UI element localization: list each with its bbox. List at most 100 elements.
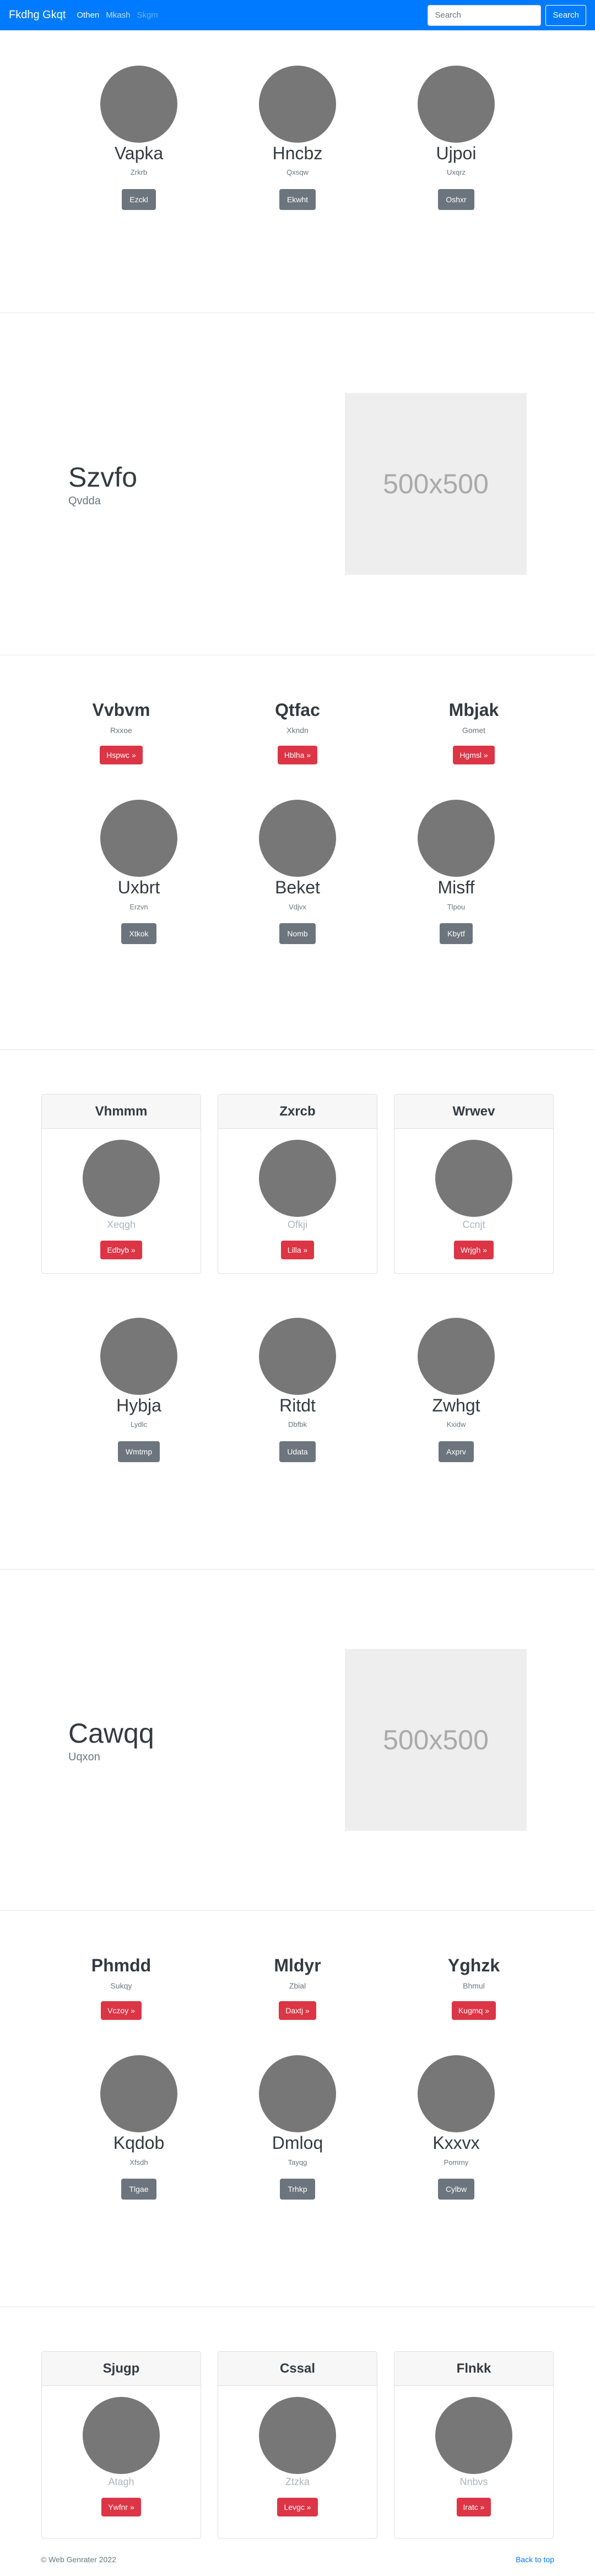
heading-title: Mldyr [274, 1955, 321, 1975]
heading-subtitle: Zbial [289, 1981, 306, 1991]
avatar [100, 2055, 177, 2133]
heading-button[interactable]: Hblha » [277, 746, 318, 765]
search-button[interactable]: Search [545, 4, 586, 26]
card: Cssal Ztzka Levgc » [218, 2351, 377, 2539]
member-button[interactable]: Oshxr [438, 188, 474, 210]
member-subtitle: Xfsdh [129, 2158, 148, 2167]
heading-subtitle: Gomet [462, 726, 485, 735]
heading-button[interactable]: Hspwc » [100, 746, 143, 765]
card-button[interactable]: Iratc » [456, 2498, 491, 2516]
card-body: Ofkji Lilla » [259, 1129, 336, 1259]
member-button[interactable]: Ekwht [279, 188, 316, 210]
heading-subtitle: Rxxoe [110, 726, 132, 735]
member-subtitle: Kxidw [446, 1420, 466, 1429]
member-name: Dmloq [272, 2133, 323, 2153]
nav-link-2[interactable]: Mkash [106, 10, 130, 20]
heading-title: Mbjak [448, 700, 499, 720]
card-button[interactable]: Levgc » [277, 2498, 318, 2516]
member-name: Hybja [116, 1395, 161, 1415]
avatar [435, 1140, 512, 1217]
card-header: Flnkk [394, 2352, 553, 2386]
heading-column: Mbjak Gomet Hgmsl » [386, 699, 562, 765]
avatar [259, 800, 336, 877]
member-button[interactable]: Udata [279, 1441, 316, 1462]
navbar-brand[interactable]: Fkdhg Gkqt [9, 9, 66, 21]
feature-text: Cawqq Uqxon [68, 1717, 154, 1764]
card-subtitle: Nnbvs [459, 2476, 488, 2487]
member-button[interactable]: Nomb [279, 923, 316, 945]
member-subtitle: Dbfbk [288, 1420, 307, 1429]
heading-button[interactable]: Hgmsl » [453, 746, 495, 765]
team-member: Beket Vdjvx Nomb [218, 800, 377, 945]
card-button[interactable]: Lilla » [280, 1241, 315, 1259]
card-button[interactable]: Wrjgh » [454, 1241, 494, 1259]
navbar-search-form: Search [428, 4, 586, 26]
member-name: Beket [275, 877, 320, 898]
card-subtitle: Ccnjt [462, 1219, 485, 1230]
member-name: Misff [437, 877, 475, 898]
member-button[interactable]: Trhkp [280, 2179, 315, 2200]
heading-subtitle: Xkndn [286, 726, 309, 735]
back-to-top-link[interactable]: Back to top [516, 2555, 554, 2576]
card-header: Vhmmm [42, 1095, 201, 1129]
member-name: Zwhgt [432, 1395, 480, 1415]
avatar [418, 66, 495, 143]
heading-button[interactable]: Kugmq » [451, 2001, 496, 2020]
feature-image: 500x500 [345, 1649, 527, 1831]
avatar [259, 1140, 336, 1217]
card-body: Ztzka Levgc » [259, 2386, 336, 2516]
team-section-1: Vapka Zrkrb Ezckl Hncbz Qxsqw Ekwht Ujpo… [0, 30, 595, 312]
avatar [100, 1318, 177, 1395]
avatar [435, 2397, 512, 2474]
avatar [83, 1140, 160, 1217]
avatar [259, 2055, 336, 2133]
feature-image: 500x500 [345, 393, 527, 575]
member-button[interactable]: Wmtmp [117, 1441, 160, 1462]
member-subtitle: Vdjvx [289, 902, 306, 911]
card-subtitle: Xeqgh [106, 1219, 136, 1230]
card: Vhmmm Xeqgh Edbyb » [41, 1094, 201, 1274]
card-header: Sjugp [42, 2352, 201, 2386]
card-button[interactable]: Edbyb » [100, 1241, 142, 1259]
heading-column: Qtfac Xkndn Hblha » [209, 699, 386, 765]
card-header: Zxrcb [218, 1095, 377, 1129]
heading-column: Mldyr Zbial Daxtj » [209, 1955, 386, 2020]
team-member: Zwhgt Kxidw Axprv [377, 1318, 536, 1462]
search-input[interactable] [428, 4, 542, 26]
member-button[interactable]: Axprv [439, 1441, 474, 1462]
member-subtitle: Pomrny [443, 2158, 469, 2167]
heading-title: Phmdd [91, 1955, 152, 1975]
card-button[interactable]: Ywfnr » [101, 2498, 141, 2516]
headings-section-2: Phmdd Sukqy Vczoy » Mldyr Zbial Daxtj » … [0, 1911, 595, 2306]
heading-button[interactable]: Daxtj » [279, 2001, 316, 2020]
member-button[interactable]: Kbytf [440, 923, 473, 945]
navbar: Fkdhg Gkqt Othen Mkash Skgm Search [0, 0, 595, 30]
avatar [100, 800, 177, 877]
heading-subtitle: Bhmul [463, 1981, 485, 1991]
team-member: Uxbrt Erzvn Xtkok [60, 800, 218, 945]
card: Wrwev Ccnjt Wrjgh » [394, 1094, 554, 1274]
heading-column: Vvbvm Rxxoe Hspwc » [33, 699, 209, 765]
card-body: Xeqgh Edbyb » [83, 1129, 160, 1259]
team-member: Dmloq Tayqg Trhkp [218, 2055, 377, 2200]
nav-link-1[interactable]: Othen [77, 10, 99, 20]
member-button[interactable]: Tlgae [121, 2179, 156, 2200]
footer-copyright: © Web Genrater 2022 [41, 2555, 116, 2564]
member-subtitle: Tlpou [447, 902, 466, 911]
avatar [83, 2397, 160, 2474]
card-subtitle: Ofkji [288, 1219, 307, 1230]
heading-button[interactable]: Vczoy » [101, 2001, 142, 2020]
member-name: Hncbz [272, 143, 323, 163]
member-button[interactable]: Ezckl [122, 188, 156, 210]
member-button[interactable]: Cylbw [437, 2179, 475, 2200]
feature-text: Szvfo Qvdda [68, 461, 137, 508]
team-member: Misff Tlpou Kbytf [377, 800, 536, 945]
card-subtitle: Atagh [108, 2476, 134, 2487]
member-name: Uxbrt [117, 877, 160, 898]
feature-section-1: Szvfo Qvdda 500x500 [0, 313, 595, 655]
member-button[interactable]: Xtkok [121, 923, 156, 945]
member-subtitle: Tayqg [288, 2158, 307, 2167]
heading-column: Phmdd Sukqy Vczoy » [33, 1955, 209, 2020]
card-header: Wrwev [394, 1095, 553, 1129]
avatar [418, 1318, 495, 1395]
